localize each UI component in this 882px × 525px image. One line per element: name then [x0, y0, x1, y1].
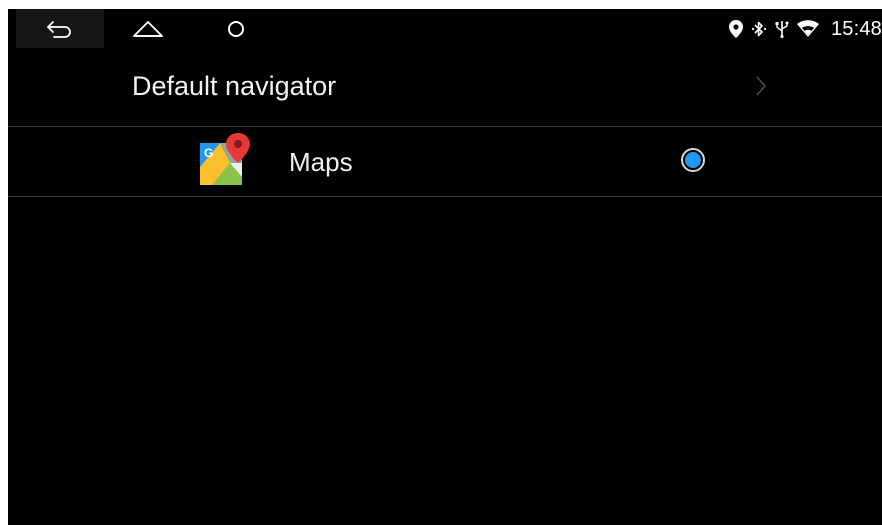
radio-selected-indicator	[685, 152, 701, 168]
back-button[interactable]	[16, 9, 104, 48]
page-title: Default navigator	[132, 71, 337, 101]
screen: 15:48 Default navigator G Maps	[8, 9, 882, 525]
recent-apps-button[interactable]	[208, 9, 264, 48]
list-item-label: Maps	[289, 147, 353, 177]
svg-text:G: G	[204, 146, 213, 160]
bluetooth-icon	[751, 20, 767, 38]
maps-radio-button[interactable]	[681, 148, 705, 172]
home-button[interactable]	[118, 9, 178, 48]
chevron-right-icon	[755, 75, 767, 102]
recent-apps-icon	[228, 20, 244, 37]
system-bar: 15:48	[8, 9, 882, 49]
back-icon	[47, 20, 71, 38]
wifi-icon	[796, 20, 819, 38]
usb-icon	[775, 20, 789, 38]
status-area: 15:48	[728, 9, 882, 49]
list-item-maps[interactable]: G Maps	[8, 127, 882, 197]
home-icon	[133, 20, 163, 37]
google-maps-icon: G	[198, 133, 252, 187]
location-icon	[728, 20, 743, 38]
status-clock: 15:48	[830, 17, 882, 40]
default-navigator-row[interactable]: Default navigator	[8, 49, 882, 127]
